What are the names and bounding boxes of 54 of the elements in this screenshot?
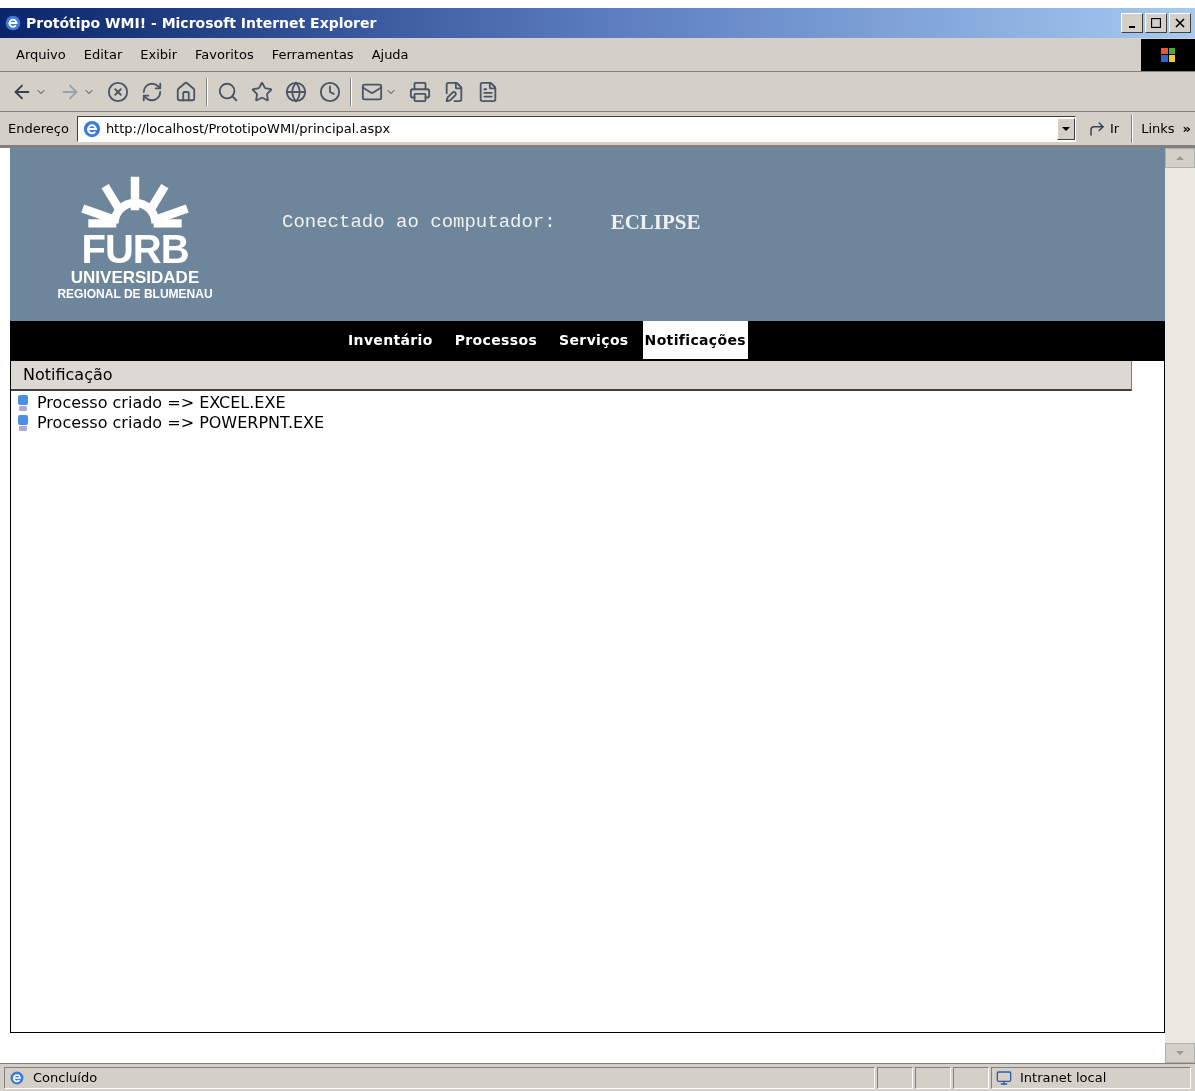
status-text: Concluído xyxy=(33,1068,98,1087)
window-title: Protótipo WMI! - Microsoft Internet Explorer xyxy=(26,13,377,33)
dropdown-button[interactable] xyxy=(1057,117,1075,140)
refresh-icon xyxy=(141,80,163,103)
browser-logo-icon xyxy=(81,118,102,139)
minimize-button[interactable] xyxy=(1121,13,1143,33)
home-icon xyxy=(175,80,197,103)
notification-text: Processo criado => EXCEL.EXE xyxy=(37,392,286,414)
computer-icon xyxy=(17,414,29,432)
down-arrow-icon xyxy=(1176,1051,1184,1055)
address-label: Endereço xyxy=(7,119,70,138)
globe-icon xyxy=(285,80,307,103)
browser-logo-icon xyxy=(9,1069,25,1086)
search-icon xyxy=(217,80,239,103)
go-button[interactable]: Ir xyxy=(1080,118,1128,139)
close-icon xyxy=(1175,18,1185,28)
menu-item[interactable]: Exibir xyxy=(132,42,185,67)
windows-logo-icon xyxy=(1141,38,1195,71)
star-icon xyxy=(251,80,273,103)
url-text: http://localhost/PrototipoWMI/principal.aspx xyxy=(105,119,392,138)
logo-wordmark: FURB xyxy=(81,228,189,269)
computer-icon xyxy=(17,394,29,412)
logo-subtitle: UNIVERSIDADE xyxy=(70,268,200,287)
menu-item[interactable]: Favoritos xyxy=(187,42,262,67)
chevron-text: » xyxy=(1182,119,1191,138)
browser-logo-icon xyxy=(4,14,22,32)
go-arrow-icon xyxy=(1088,119,1106,138)
minimize-icon xyxy=(1129,25,1135,28)
connection-label: Conectado ao computador: xyxy=(282,210,556,236)
nav-tab[interactable]: Notificações xyxy=(642,321,748,359)
menu-item[interactable]: Editar xyxy=(75,42,131,67)
status-pane xyxy=(877,1066,913,1089)
caret-icon xyxy=(1062,126,1070,131)
menu-item[interactable]: Arquivo xyxy=(8,42,74,67)
zone-text: Intranet local xyxy=(1020,1068,1107,1087)
edit-icon xyxy=(443,80,465,103)
printer-icon xyxy=(409,80,431,103)
stop-icon xyxy=(107,80,129,103)
menu-item[interactable]: Ferramentas xyxy=(263,42,362,67)
links-button[interactable]: Links xyxy=(1137,118,1179,139)
maximize-button[interactable] xyxy=(1145,13,1167,33)
up-arrow-icon xyxy=(1176,156,1184,160)
document-icon xyxy=(477,80,499,103)
panel-title: Notificação xyxy=(23,364,113,386)
logo-subtitle: REGIONAL DE BLUMENAU xyxy=(57,286,213,301)
close-button[interactable] xyxy=(1169,13,1191,33)
notification-text: Processo criado => POWERPNT.EXE xyxy=(37,412,325,434)
address-field[interactable]: http://localhost/PrototipoWMI/principal.aspx xyxy=(76,115,1076,142)
status-pane xyxy=(915,1066,951,1089)
computer-name: ECLIPSE xyxy=(610,208,701,236)
menu-item[interactable]: Ajuda xyxy=(363,42,417,67)
clock-icon xyxy=(319,80,341,103)
maximize-icon xyxy=(1151,18,1161,28)
status-pane xyxy=(953,1066,989,1089)
